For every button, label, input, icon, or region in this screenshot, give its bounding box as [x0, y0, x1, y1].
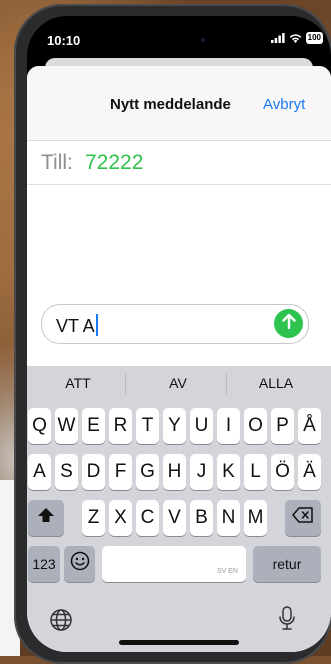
camera-dot: [201, 38, 205, 42]
key-h[interactable]: H: [163, 454, 186, 490]
battery-icon: 100: [305, 32, 323, 44]
send-button[interactable]: [274, 309, 303, 338]
message-input[interactable]: VT A: [41, 304, 309, 344]
key-q[interactable]: Q: [28, 408, 51, 444]
suggestion-divider: [226, 374, 227, 394]
globe-icon[interactable]: [49, 608, 73, 637]
send-arrow-icon: [281, 313, 296, 334]
return-key[interactable]: retur: [253, 546, 321, 582]
key-n[interactable]: N: [217, 500, 240, 536]
key-i[interactable]: I: [217, 408, 240, 444]
key-v[interactable]: V: [163, 500, 186, 536]
space-key[interactable]: SV EN: [102, 546, 246, 582]
message-text[interactable]: VT A: [56, 314, 98, 337]
status-time: 10:10: [47, 33, 81, 48]
recipient-label: Till:: [41, 151, 73, 174]
key-x[interactable]: X: [109, 500, 132, 536]
status-bar: 10:10 100: [27, 16, 331, 64]
key-z[interactable]: Z: [82, 500, 105, 536]
keyboard: ATT AV ALLA Q W E R T Y U I O P Å A S D …: [27, 366, 331, 652]
signal-icon: [270, 33, 285, 43]
key-e[interactable]: E: [82, 408, 105, 444]
numbers-key[interactable]: 123: [28, 546, 60, 582]
emoji-key[interactable]: [64, 546, 95, 582]
wifi-icon: [289, 33, 302, 43]
new-message-sheet: Nytt meddelande Avbryt Till: 72222 VT A …: [27, 66, 331, 652]
text-caret: [95, 314, 98, 336]
key-a-umlaut[interactable]: Ä: [298, 454, 321, 490]
key-s[interactable]: S: [55, 454, 78, 490]
phone-screen: 10:10 100 Nytt meddelande Avbryt Till: 7…: [27, 16, 331, 652]
suggestion-2[interactable]: AV: [133, 375, 223, 391]
key-f[interactable]: F: [109, 454, 132, 490]
key-o-umlaut[interactable]: Ö: [271, 454, 294, 490]
backspace-key[interactable]: [285, 500, 321, 536]
suggestion-divider: [125, 374, 126, 394]
space-language-hint: SV EN: [216, 567, 238, 575]
key-l[interactable]: L: [244, 454, 267, 490]
key-p[interactable]: P: [271, 408, 294, 444]
key-r[interactable]: R: [109, 408, 132, 444]
suggestion-3[interactable]: ALLA: [231, 375, 321, 391]
shift-icon: [37, 507, 55, 529]
emoji-icon: [70, 551, 90, 577]
recipient-field[interactable]: Till: 72222: [27, 140, 331, 185]
suggestion-bar: ATT AV ALLA: [27, 366, 331, 402]
key-t[interactable]: T: [136, 408, 159, 444]
key-k[interactable]: K: [217, 454, 240, 490]
key-d[interactable]: D: [82, 454, 105, 490]
key-m[interactable]: M: [244, 500, 267, 536]
recipient-value[interactable]: 72222: [85, 151, 143, 175]
home-indicator: [119, 640, 239, 645]
key-j[interactable]: J: [190, 454, 213, 490]
key-y[interactable]: Y: [163, 408, 186, 444]
key-b[interactable]: B: [190, 500, 213, 536]
mic-icon[interactable]: [278, 606, 296, 637]
key-g[interactable]: G: [136, 454, 159, 490]
cancel-button[interactable]: Avbryt: [263, 96, 305, 113]
key-w[interactable]: W: [55, 408, 78, 444]
key-u[interactable]: U: [190, 408, 213, 444]
key-o[interactable]: O: [244, 408, 267, 444]
sheet-header: Nytt meddelande Avbryt: [27, 66, 331, 141]
status-icons: 100: [270, 32, 323, 44]
sheet-title: Nytt meddelande: [110, 96, 231, 113]
backspace-icon: [292, 507, 314, 529]
key-a[interactable]: A: [28, 454, 51, 490]
suggestion-1[interactable]: ATT: [33, 375, 123, 391]
shift-key[interactable]: [28, 500, 64, 536]
key-a-ring[interactable]: Å: [298, 408, 321, 444]
key-c[interactable]: C: [136, 500, 159, 536]
